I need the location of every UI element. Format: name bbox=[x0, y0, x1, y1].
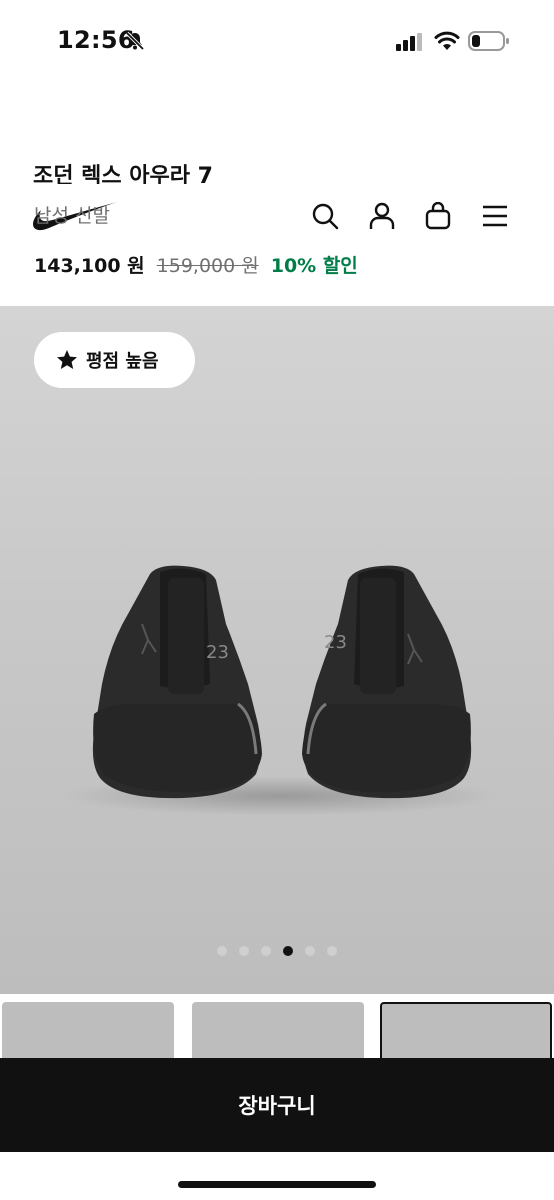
add-to-cart-label: 장바구니 bbox=[238, 1094, 316, 1118]
battery-icon bbox=[468, 31, 509, 51]
discount-label: 10% 할인 bbox=[270, 255, 358, 277]
thumbnail-strip bbox=[0, 1002, 554, 1082]
menu-button[interactable] bbox=[479, 200, 511, 232]
carousel-dot[interactable] bbox=[261, 946, 271, 956]
carousel-dot[interactable] bbox=[239, 946, 249, 956]
star-icon bbox=[57, 350, 77, 369]
price-row: 143,100 원 159,000 원 10% 할인 bbox=[34, 251, 358, 278]
price-original: 159,000 원 bbox=[156, 255, 259, 277]
search-button[interactable] bbox=[309, 200, 341, 232]
svg-text:23: 23 bbox=[324, 632, 347, 653]
bell-muted-icon bbox=[125, 31, 145, 51]
shoe-right: 23 bbox=[302, 565, 472, 799]
wifi-icon bbox=[434, 31, 460, 50]
account-button[interactable] bbox=[366, 200, 398, 232]
price-current: 143,100 원 bbox=[34, 255, 145, 277]
product-name: 조던 렉스 아우라 7 bbox=[33, 164, 213, 184]
menu-icon bbox=[483, 205, 507, 227]
svg-text:23: 23 bbox=[206, 642, 229, 663]
carousel-dot-active[interactable] bbox=[283, 946, 293, 956]
carousel-dot[interactable] bbox=[305, 946, 315, 956]
bag-icon bbox=[425, 202, 451, 230]
bag-button[interactable] bbox=[422, 200, 454, 232]
carousel-dots[interactable] bbox=[0, 946, 554, 966]
product-image[interactable]: 23 23 bbox=[0, 306, 554, 994]
product-category: 남성 신발 bbox=[34, 205, 110, 227]
status-bar: 12:56 bbox=[0, 0, 554, 84]
signal-icon bbox=[396, 33, 422, 51]
product-name-clip: 조던 렉스 아우라 7 bbox=[0, 150, 554, 184]
shoe-left: 23 bbox=[92, 565, 262, 799]
rating-badge-label: 평점 높음 bbox=[86, 351, 159, 372]
user-icon bbox=[369, 202, 395, 229]
carousel-dot[interactable] bbox=[217, 946, 227, 956]
rating-badge: 평점 높음 bbox=[34, 332, 195, 388]
add-to-cart-button[interactable]: 장바구니 bbox=[0, 1058, 554, 1152]
carousel-dot[interactable] bbox=[327, 946, 337, 956]
home-indicator bbox=[178, 1181, 376, 1188]
search-icon bbox=[312, 203, 339, 230]
